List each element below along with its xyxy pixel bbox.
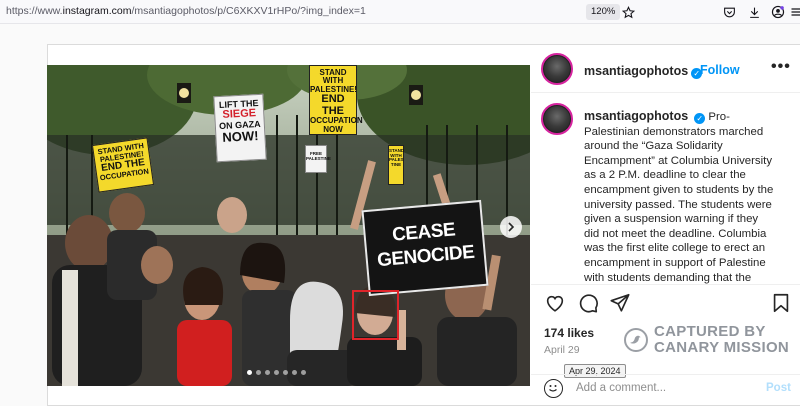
carousel-dot: [301, 370, 306, 375]
carousel-dot: [256, 370, 261, 375]
yellow-sign-left: STAND WITH PALESTINE! END THE OCCUPATION: [91, 137, 155, 193]
comment-button[interactable]: [577, 292, 599, 314]
bird-icon: [624, 328, 648, 352]
post-photo[interactable]: LIFT THE SIEGE ON GAZA NOW! STAND WITH P…: [47, 65, 530, 386]
siege-sign-line: NOW!: [222, 128, 259, 146]
zoom-indicator[interactable]: 120%: [586, 4, 621, 20]
heart-icon: [546, 295, 564, 312]
account-icon[interactable]: [770, 4, 786, 20]
post-date[interactable]: April 29: [544, 344, 580, 356]
share-button[interactable]: [609, 292, 631, 314]
yellow-sign-top: STAND WITH PALESTINE! END THE OCCUPATION…: [309, 65, 363, 135]
verified-badge-icon: ✓: [694, 113, 706, 124]
small-yellow-sign: STAND WITH PALES TINE: [388, 145, 404, 185]
watermark-line: CAPTURED BY: [654, 323, 766, 340]
small-white-sign: FREE PALESTINE: [305, 145, 331, 173]
next-image-button[interactable]: [500, 216, 522, 238]
header-divider: [531, 92, 800, 93]
post-comment-button[interactable]: Post: [766, 382, 791, 394]
sign-line: TINE: [390, 162, 402, 168]
url-prefix: https://www.: [6, 5, 63, 17]
pocket-icon[interactable]: [721, 4, 737, 20]
actions-divider: [531, 284, 800, 285]
username-link[interactable]: msantiagophotos: [584, 64, 688, 78]
sign-line: STAND WITH: [319, 68, 347, 86]
menu-icon[interactable]: [788, 4, 800, 20]
carousel-dot: [283, 370, 288, 375]
carousel-dot: [274, 370, 279, 375]
comment-icon: [579, 294, 598, 313]
post-author: msantiagophotos ✓: [584, 62, 703, 80]
sign-line: PALESTINE: [306, 155, 331, 161]
cease-genocide-sign: CEASE GENOCIDE: [361, 199, 489, 297]
carousel-dots: [247, 370, 306, 375]
sign-line: END THE: [321, 93, 345, 117]
carousel-dot: [292, 370, 297, 375]
comment-input[interactable]: Add a comment...: [576, 382, 666, 394]
emoji-icon[interactable]: [544, 379, 563, 398]
star-icon[interactable]: [620, 4, 636, 20]
url-domain: instagram.com: [62, 5, 132, 17]
more-options-icon[interactable]: •••: [771, 58, 791, 76]
like-button[interactable]: [544, 292, 566, 314]
caption: msantiagophotos ✓ Pro-Palestinian demonst…: [584, 109, 774, 285]
download-icon[interactable]: [746, 4, 762, 20]
action-bar: [544, 292, 794, 316]
sign-line: NOW: [323, 124, 343, 134]
caption-avatar[interactable]: [541, 103, 573, 135]
avatar[interactable]: [541, 53, 573, 85]
bookmark-icon: [773, 293, 789, 313]
watermark-line: CANARY MISSION: [654, 339, 790, 356]
highlight-box: [352, 290, 399, 340]
browser-toolbar: https://www.instagram.com/msantiagophoto…: [0, 0, 800, 24]
follow-button[interactable]: Follow: [700, 63, 740, 77]
caption-username[interactable]: msantiagophotos: [584, 109, 688, 123]
carousel-dot: [247, 370, 252, 375]
siege-sign: LIFT THE SIEGE ON GAZA NOW!: [213, 93, 267, 163]
address-bar[interactable]: https://www.instagram.com/msantiagophoto…: [6, 5, 366, 17]
caption-text: Pro-Palestinian demonstrators marched ar…: [584, 111, 774, 284]
comment-bar: Add a comment... Post: [531, 374, 800, 406]
likes-count[interactable]: 174 likes: [544, 326, 594, 340]
save-button[interactable]: [770, 292, 792, 314]
carousel-dot: [265, 370, 270, 375]
url-path: /msantiagophotos/p/C6XKXV1rHPo/?img_inde…: [131, 5, 366, 17]
canary-mission-watermark: CAPTURED BY CANARY MISSION: [624, 324, 789, 356]
share-icon: [610, 293, 630, 312]
chevron-right-icon: [508, 222, 515, 232]
